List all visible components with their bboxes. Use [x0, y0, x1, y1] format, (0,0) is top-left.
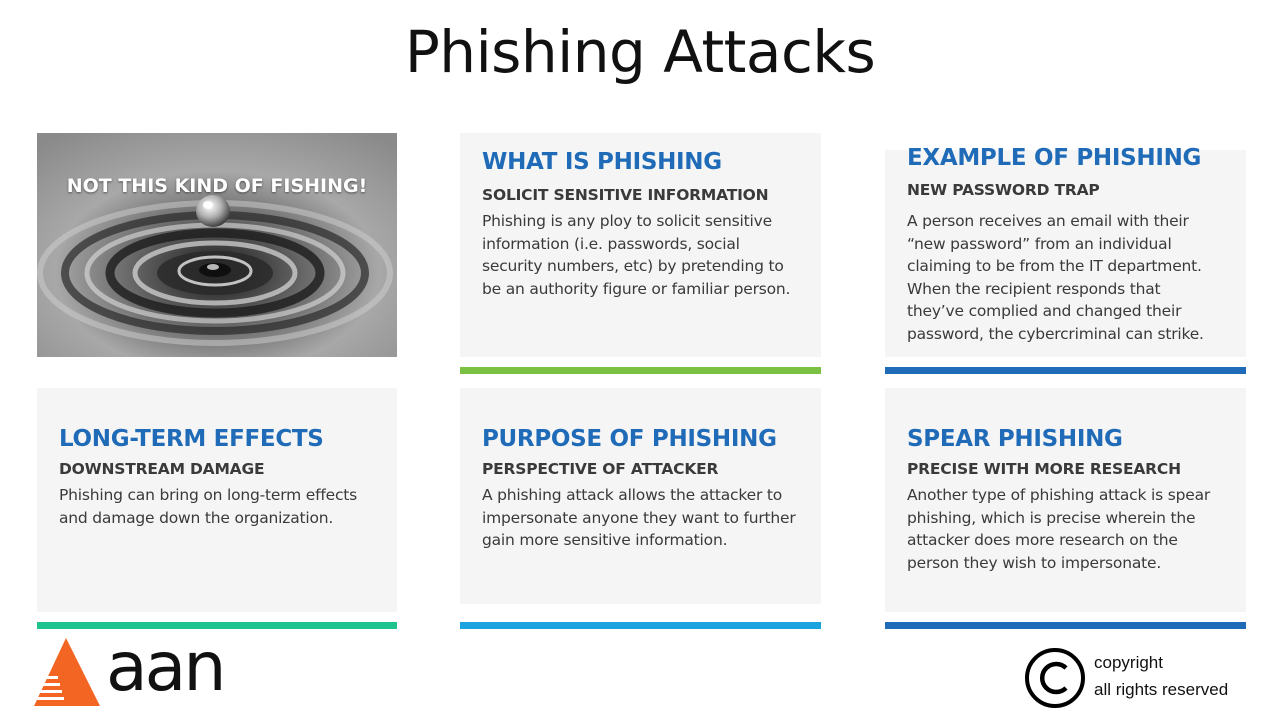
card-subtitle: NEW PASSWORD TRAP: [907, 181, 1100, 199]
card-body-line: When the recipient responds that: [907, 279, 1161, 298]
card-body-line: impersonate anyone they want to further: [482, 508, 796, 527]
card-subtitle: PERSPECTIVE OF ATTACKER: [482, 460, 719, 478]
card-body-line: phishing, which is precise wherein the: [907, 508, 1196, 527]
card-body-line: A phishing attack allows the attacker to: [482, 486, 783, 504]
card-title: LONG-TERM EFFECTS: [59, 426, 324, 452]
card-accent-bar: [460, 367, 821, 374]
aan-logo-text: aan: [106, 628, 226, 707]
card-body: A phishing attack allows the attacker to…: [482, 484, 796, 552]
card-title: EXAMPLE OF PHISHING: [907, 145, 1202, 171]
card-long-term-effects: LONG-TERM EFFECTS DOWNSTREAM DAMAGE Phis…: [37, 388, 397, 612]
card-body-line: person they wish to impersonate.: [907, 553, 1162, 572]
water-drop-ripple-icon: [37, 133, 397, 357]
rights-reserved-label: all rights reserved: [1094, 680, 1229, 699]
copyright-label: copyright: [1094, 653, 1163, 672]
card-title: WHAT IS PHISHING: [482, 149, 722, 175]
card-body-line: they’ve complied and changed their: [907, 302, 1182, 321]
card-body-line: security numbers, etc) by pretending to: [482, 257, 784, 276]
card-body-line: A person receives an email with their: [907, 212, 1189, 230]
card-body: Phishing is any ploy to solicit sensitiv…: [482, 210, 790, 300]
card-spear-phishing: SPEAR PHISHING PRECISE WITH MORE RESEARC…: [885, 388, 1246, 612]
card-accent-bar: [460, 622, 821, 629]
water-drop-photo: NOT THIS KIND OF FISHING!: [37, 133, 397, 357]
card-body-line: claiming to be from the IT department.: [907, 257, 1202, 276]
card-accent-bar: [885, 367, 1246, 374]
card-what-is-phishing: WHAT IS PHISHING SOLICIT SENSITIVE INFOR…: [460, 133, 821, 357]
card-body-line: Another type of phishing attack is spear: [907, 486, 1211, 504]
card-body-line: Phishing is any ploy to solicit sensitiv…: [482, 212, 772, 230]
card-body-line: information (i.e. passwords, social: [482, 234, 740, 253]
card-subtitle: DOWNSTREAM DAMAGE: [59, 460, 265, 478]
card-body-line: be an authority figure or familiar perso…: [482, 279, 791, 298]
card-title: SPEAR PHISHING: [907, 426, 1123, 452]
card-title: PURPOSE OF PHISHING: [482, 426, 777, 452]
card-body: Another type of phishing attack is spear…: [907, 484, 1210, 574]
photo-caption: NOT THIS KIND OF FISHING!: [66, 175, 368, 197]
copyright-icon: [1025, 648, 1085, 708]
card-example-of-phishing: EXAMPLE OF PHISHING NEW PASSWORD TRAP A …: [885, 145, 1246, 357]
card-body-line: password, the cybercriminal can strike.: [907, 324, 1204, 343]
slide-title: Phishing Attacks: [404, 18, 876, 86]
card-purpose-of-phishing: PURPOSE OF PHISHING PERSPECTIVE OF ATTAC…: [460, 388, 821, 604]
card-subtitle: PRECISE WITH MORE RESEARCH: [907, 460, 1181, 478]
card-body: A person receives an email with their “n…: [907, 210, 1204, 346]
card-body-line: Phishing can bring on long-term effects: [59, 486, 358, 504]
card-body-line: and damage down the organization.: [59, 508, 334, 527]
card-body-line: attacker does more research on the: [907, 531, 1178, 550]
card-body-line: gain more sensitive information.: [482, 531, 728, 550]
card-accent-bar: [885, 622, 1246, 629]
card-body: Phishing can bring on long-term effects …: [59, 484, 357, 529]
card-subtitle: SOLICIT SENSITIVE INFORMATION: [482, 186, 769, 204]
card-body-line: “new password” from an individual: [907, 234, 1172, 253]
